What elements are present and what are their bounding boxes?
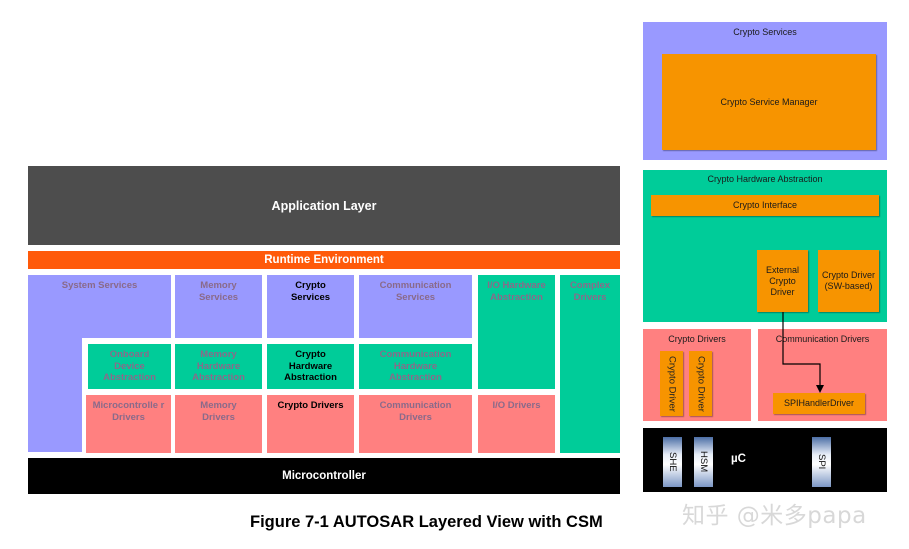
communication-services-block: Communication Services	[359, 275, 472, 338]
spi-chip: SPI	[812, 437, 831, 487]
crypto-drivers-label: Crypto Drivers	[277, 400, 344, 411]
io-hardware-abstraction-label: I/O Hardware Abstraction	[487, 280, 546, 303]
communication-hardware-abstraction-block: Communication Hardware Abstraction	[359, 344, 472, 389]
runtime-environment: Runtime Environment	[28, 251, 620, 269]
communication-services-label: Communication Services	[379, 280, 452, 303]
crypto-services-panel-title: Crypto Services	[733, 27, 797, 37]
crypto-interface-label: Crypto Interface	[732, 200, 798, 210]
memory-services-label: Memory Services	[198, 280, 239, 303]
external-crypto-driver-label: External Crypto Driver	[765, 264, 800, 297]
io-drivers-label: I/O Drivers	[492, 400, 541, 411]
crypto-drivers-block: Crypto Drivers	[267, 395, 354, 453]
microcontroller-layer: Microcontroller	[28, 458, 620, 494]
memory-hardware-abstraction-block: Memory Hardware Abstraction	[175, 344, 262, 389]
driver-connector-arrow	[782, 312, 824, 393]
communication-drivers-block: Communication Drivers	[359, 395, 472, 453]
memory-services-block: Memory Services	[175, 275, 262, 338]
crypto-services-label: Crypto Services	[290, 280, 331, 303]
uc-label: µC	[731, 453, 746, 465]
crypto-hardware-abstraction-block: Crypto Hardware Abstraction	[267, 344, 354, 389]
arrowhead-icon	[816, 385, 824, 393]
microcontroller-drivers-label: Microcontrolle r Drivers	[92, 400, 165, 423]
crypto-hw-abstraction-panel: Crypto Hardware Abstraction Crypto Inter…	[643, 170, 887, 322]
watermark: 知乎 @米多papa	[682, 503, 867, 529]
crypto-services-block: Crypto Services	[267, 275, 354, 338]
spi-chip-label: SPI	[816, 454, 827, 470]
onboard-device-abstraction-block: Onboard Device Abstraction	[88, 344, 171, 389]
crypto-services-panel: Crypto Services Crypto Service Manager	[643, 22, 887, 160]
crypto-interface-block: Crypto Interface	[651, 195, 879, 216]
memory-drivers-label: Memory Drivers	[200, 400, 237, 423]
external-crypto-driver-block: External Crypto Driver	[757, 250, 808, 312]
she-chip: SHE	[663, 437, 682, 487]
crypto-service-manager-label: Crypto Service Manager	[720, 96, 818, 107]
complex-drivers-block: Complex Drivers	[560, 275, 620, 453]
application-layer: Application Layer	[28, 166, 620, 245]
microcontroller-drivers-block: Microcontrolle r Drivers	[86, 395, 171, 453]
sw-crypto-driver-label: Crypto Driver (SW-based)	[821, 270, 875, 291]
she-chip-label: SHE	[667, 452, 678, 472]
hsm-chip-label: HSM	[698, 451, 709, 473]
communication-hardware-abstraction-label: Communication Hardware Abstraction	[379, 349, 452, 383]
crypto-service-manager-block: Crypto Service Manager	[662, 54, 876, 150]
memory-drivers-block: Memory Drivers	[175, 395, 262, 453]
io-hardware-abstraction-block: I/O Hardware Abstraction	[478, 275, 555, 389]
onboard-device-abstraction-label: Onboard Device Abstraction	[103, 349, 156, 383]
microcontroller-label: Microcontroller	[282, 470, 366, 482]
runtime-environment-label: Runtime Environment	[264, 254, 384, 266]
io-drivers-block: I/O Drivers	[478, 395, 555, 453]
complex-drivers-label: Complex Drivers	[569, 280, 611, 303]
sw-crypto-driver-block: Crypto Driver (SW-based)	[818, 250, 879, 312]
system-services-label: System Services	[61, 280, 138, 291]
hsm-chip: HSM	[694, 437, 713, 487]
uc-panel: SHE HSM µC SPI	[643, 428, 887, 492]
application-layer-label: Application Layer	[271, 198, 377, 213]
connector-line	[782, 312, 821, 386]
memory-hardware-abstraction-label: Memory Hardware Abstraction	[192, 349, 245, 383]
communication-drivers-label: Communication Drivers	[379, 400, 452, 423]
crypto-hardware-abstraction-label: Crypto Hardware Abstraction	[284, 349, 337, 383]
crypto-hw-abstraction-panel-title: Crypto Hardware Abstraction	[707, 174, 823, 184]
figure-caption: Figure 7-1 AUTOSAR Layered View with CSM	[250, 513, 603, 531]
